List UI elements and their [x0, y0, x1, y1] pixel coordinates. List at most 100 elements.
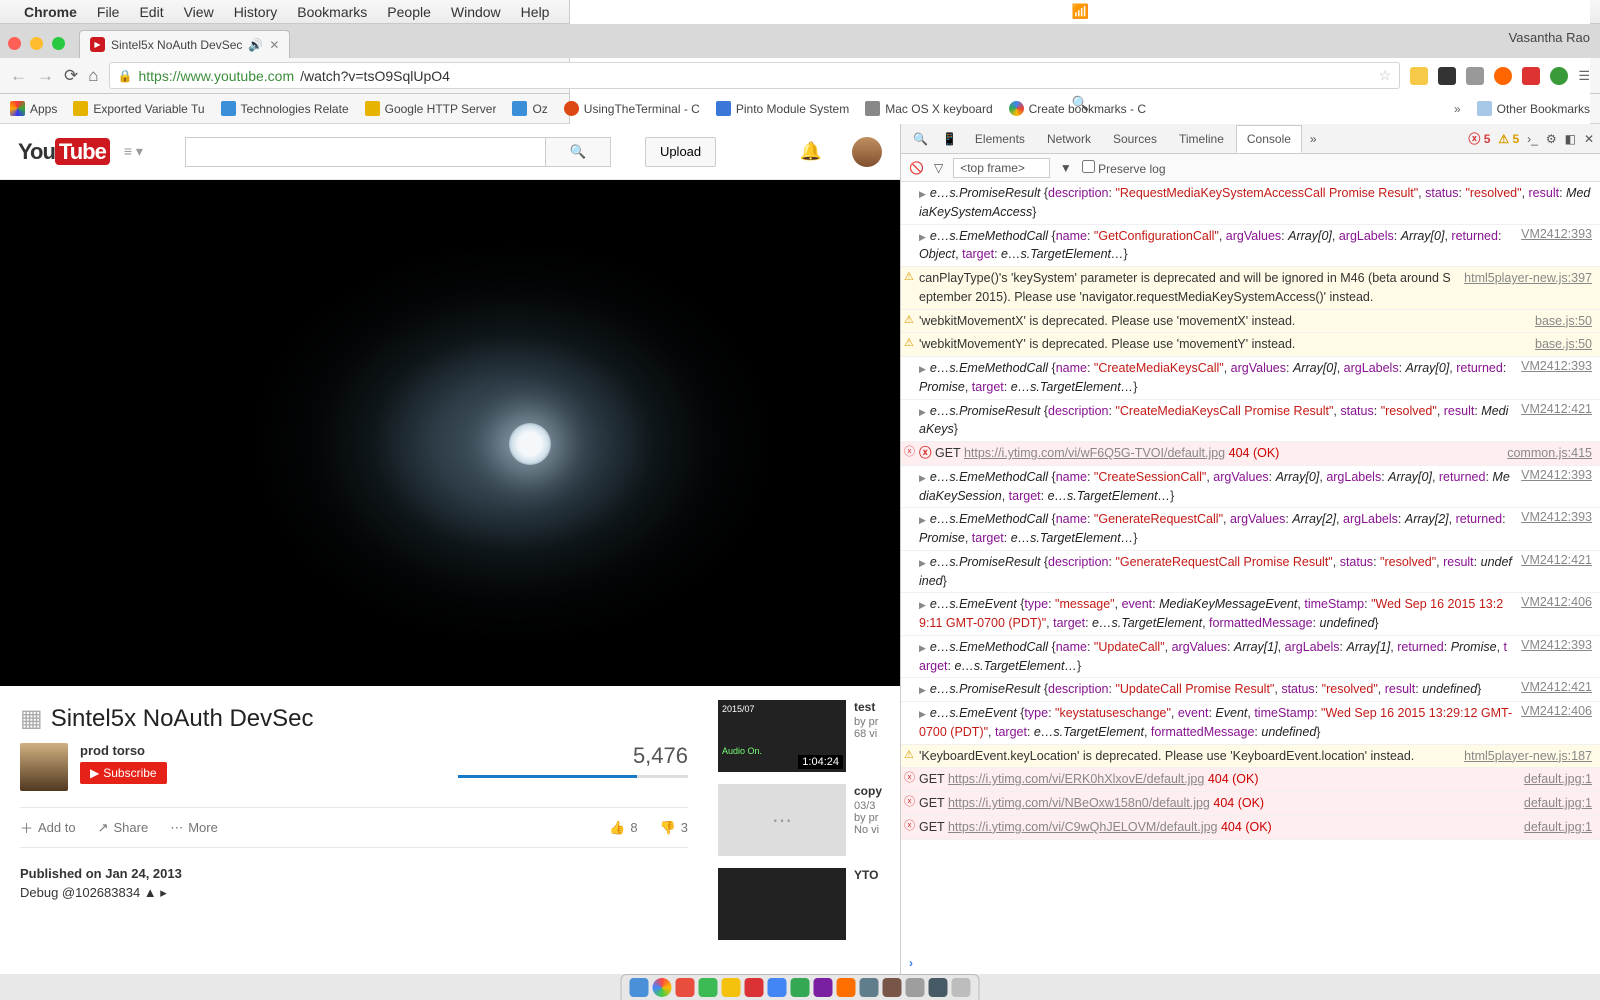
search-button[interactable]: 🔍: [545, 137, 611, 167]
ext-icon[interactable]: [1494, 67, 1512, 85]
debug-line[interactable]: Debug @102683834 ▲ ▸: [20, 885, 688, 901]
browser-tab[interactable]: ▶ Sintel5x NoAuth DevSec 🔊 ✕: [79, 30, 290, 58]
tab-timeline[interactable]: Timeline: [1169, 126, 1234, 152]
subscribe-button[interactable]: ▶ Subscribe: [80, 762, 167, 784]
dock-app-icon[interactable]: [699, 978, 718, 997]
console-message[interactable]: e…s.EmeMethodCall {name: "CreateSessionC…: [901, 466, 1600, 509]
console-message[interactable]: base.js:50'webkitMovementX' is deprecate…: [901, 310, 1600, 334]
bookmark-item[interactable]: Create bookmarks - C: [1009, 101, 1146, 116]
tab-elements[interactable]: Elements: [965, 126, 1035, 152]
dock-app-icon[interactable]: [929, 978, 948, 997]
dock-app-icon[interactable]: [906, 978, 925, 997]
profile-name[interactable]: Vasantha Rao: [1509, 30, 1590, 45]
console-message[interactable]: e…s.PromiseResult {description: "CreateM…: [901, 400, 1600, 443]
bookmark-item[interactable]: UsingTheTerminal - C: [564, 101, 700, 116]
ext-icon[interactable]: [1410, 67, 1428, 85]
youtube-logo[interactable]: YouTube: [18, 139, 110, 165]
menu-window[interactable]: Window: [451, 4, 501, 20]
console-message[interactable]: html5player-new.js:187'KeyboardEvent.key…: [901, 745, 1600, 769]
dock-app-icon[interactable]: [791, 978, 810, 997]
tab-close-icon[interactable]: ✕: [269, 38, 279, 52]
dock-app-icon[interactable]: [768, 978, 787, 997]
warning-count[interactable]: ⚠ 5: [1498, 132, 1519, 146]
device-icon[interactable]: 📱: [936, 132, 963, 146]
dock-app-icon[interactable]: [630, 978, 649, 997]
drawer-icon[interactable]: ›_: [1527, 132, 1538, 146]
guide-button[interactable]: ≡ ▾: [124, 143, 143, 160]
minimize-window[interactable]: [30, 37, 43, 50]
dock-app-icon[interactable]: [883, 978, 902, 997]
menu-bookmarks[interactable]: Bookmarks: [297, 4, 367, 20]
cast-icon[interactable]: [1466, 67, 1484, 85]
notifications-icon[interactable]: 🔔: [800, 141, 822, 162]
ext-icon[interactable]: [1438, 67, 1456, 85]
channel-avatar[interactable]: [20, 743, 68, 791]
tab-console[interactable]: Console: [1236, 125, 1302, 153]
more-button[interactable]: ⋯ More: [170, 820, 218, 836]
chrome-menu-icon[interactable]: ☰: [1578, 68, 1590, 84]
settings-icon[interactable]: ⚙: [1546, 132, 1557, 146]
tab-sources[interactable]: Sources: [1103, 126, 1167, 152]
menu-app[interactable]: Chrome: [24, 4, 77, 20]
console-prompt[interactable]: [901, 952, 1600, 974]
console-message[interactable]: default.jpg:1GET https://i.ytimg.com/vi/…: [901, 792, 1600, 816]
related-video[interactable]: ⋯ copy03/3by prNo vi: [718, 784, 900, 856]
upload-button[interactable]: Upload: [645, 137, 716, 167]
console-message[interactable]: e…s.PromiseResult {description: "Request…: [901, 182, 1600, 225]
home-button[interactable]: ⌂: [88, 66, 98, 86]
menu-file[interactable]: File: [97, 4, 120, 20]
bookmark-item[interactable]: Pinto Module System: [716, 101, 849, 116]
close-devtools-icon[interactable]: ✕: [1584, 132, 1594, 146]
ext-icon[interactable]: [1522, 67, 1540, 85]
console-message[interactable]: e…s.EmeMethodCall {name: "CreateMediaKey…: [901, 357, 1600, 400]
share-button[interactable]: ↗ Share: [98, 820, 149, 836]
tab-audio-icon[interactable]: 🔊: [248, 38, 263, 52]
console-message[interactable]: e…s.EmeMethodCall {name: "UpdateCall", a…: [901, 636, 1600, 679]
console-message[interactable]: common.js:415ⓧ GET https://i.ytimg.com/v…: [901, 442, 1600, 466]
related-video[interactable]: YTO: [718, 868, 900, 940]
reload-button[interactable]: ⟳: [64, 66, 78, 86]
preserve-log-checkbox[interactable]: Preserve log: [1082, 160, 1166, 176]
frame-dropdown-icon[interactable]: ▼: [1060, 161, 1072, 175]
dock-app-icon[interactable]: [860, 978, 879, 997]
other-bookmarks[interactable]: Other Bookmarks: [1477, 101, 1590, 116]
inspect-icon[interactable]: 🔍: [907, 132, 934, 146]
frame-selector[interactable]: <top frame>: [953, 158, 1050, 178]
back-button[interactable]: ←: [10, 66, 27, 86]
bookmark-item[interactable]: Oz: [512, 101, 547, 116]
wifi-icon[interactable]: 📶: [1072, 3, 1089, 20]
omnibox[interactable]: 🔒 https://www.youtube.com/watch?v=tsO9Sq…: [109, 62, 1401, 89]
console-message[interactable]: e…s.PromiseResult {description: "UpdateC…: [901, 678, 1600, 702]
menu-view[interactable]: View: [184, 4, 214, 20]
dock-app-icon[interactable]: [653, 978, 672, 997]
console-message[interactable]: e…s.EmeMethodCall {name: "GetConfigurati…: [901, 225, 1600, 268]
dock-app-icon[interactable]: [722, 978, 741, 997]
console-message[interactable]: default.jpg:1GET https://i.ytimg.com/vi/…: [901, 768, 1600, 792]
error-count[interactable]: ⓧ 5: [1468, 130, 1490, 147]
dock-app-icon[interactable]: [745, 978, 764, 997]
menu-edit[interactable]: Edit: [139, 4, 163, 20]
bookmark-star-icon[interactable]: ☆: [1379, 67, 1392, 84]
clear-console-icon[interactable]: 🚫: [909, 161, 924, 175]
tab-network[interactable]: Network: [1037, 126, 1101, 152]
like-button[interactable]: 👍 8: [609, 820, 637, 836]
dislike-button[interactable]: 👎 3: [660, 820, 688, 836]
mac-dock[interactable]: [621, 974, 980, 1000]
console-message[interactable]: default.jpg:1GET https://i.ytimg.com/vi/…: [901, 816, 1600, 840]
dock-app-icon[interactable]: [814, 978, 833, 997]
console-message[interactable]: base.js:50'webkitMovementY' is deprecate…: [901, 333, 1600, 357]
console-message[interactable]: e…s.EmeEvent {type: "keystatuseschange",…: [901, 702, 1600, 745]
video-player[interactable]: [0, 180, 900, 686]
close-window[interactable]: [8, 37, 21, 50]
tabs-overflow[interactable]: »: [1304, 132, 1323, 146]
menu-history[interactable]: History: [234, 4, 278, 20]
console-message[interactable]: html5player-new.js:397canPlayType()'s 'k…: [901, 267, 1600, 310]
console-output[interactable]: e…s.PromiseResult {description: "Request…: [901, 182, 1600, 952]
menu-people[interactable]: People: [387, 4, 431, 20]
console-message[interactable]: e…s.PromiseResult {description: "Generat…: [901, 551, 1600, 594]
forward-button[interactable]: →: [37, 66, 54, 86]
user-avatar[interactable]: [852, 137, 882, 167]
related-video[interactable]: 2015/07Audio On.1:04:24 testby pr68 vi: [718, 700, 900, 772]
filter-icon[interactable]: ▽: [934, 161, 943, 175]
apps-button[interactable]: Apps: [10, 101, 57, 116]
